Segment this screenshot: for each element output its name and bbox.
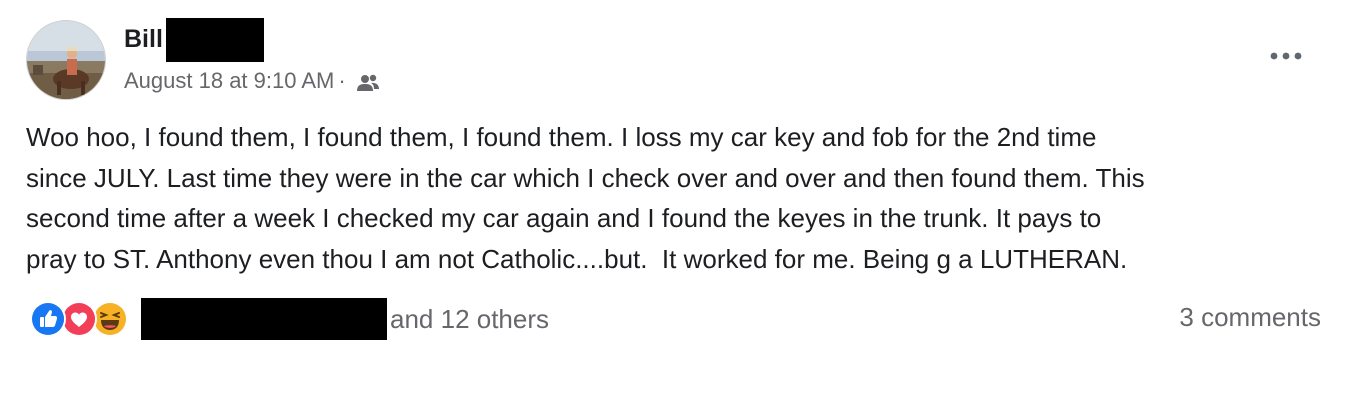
- post-timestamp[interactable]: August 18 at 9:10 AM: [124, 66, 334, 96]
- redaction-box: [141, 298, 387, 340]
- love-icon: [61, 301, 97, 337]
- like-icon: [30, 301, 66, 337]
- more-options-icon: [1270, 52, 1302, 60]
- post-text: Woo hoo, I found them, I found them, I f…: [26, 122, 1145, 274]
- post-meta: August 18 at 9:10 AM ·: [124, 66, 380, 96]
- reaction-icons[interactable]: [30, 298, 128, 340]
- more-options-button[interactable]: [1262, 38, 1310, 74]
- reactions-count-link[interactable]: and 12 others: [390, 302, 549, 336]
- author-name[interactable]: Bill: [124, 22, 163, 56]
- redaction-box: [166, 18, 264, 62]
- comments-count-link[interactable]: 3 comments: [1179, 300, 1321, 334]
- facebook-post: Bill August 18 at 9:10 AM · Woo hoo, I f…: [0, 0, 1346, 406]
- friends-icon[interactable]: [356, 71, 380, 91]
- meta-separator: ·: [338, 68, 346, 93]
- haha-icon: [92, 301, 128, 337]
- avatar[interactable]: [26, 20, 106, 100]
- avatar-photo: [27, 21, 105, 99]
